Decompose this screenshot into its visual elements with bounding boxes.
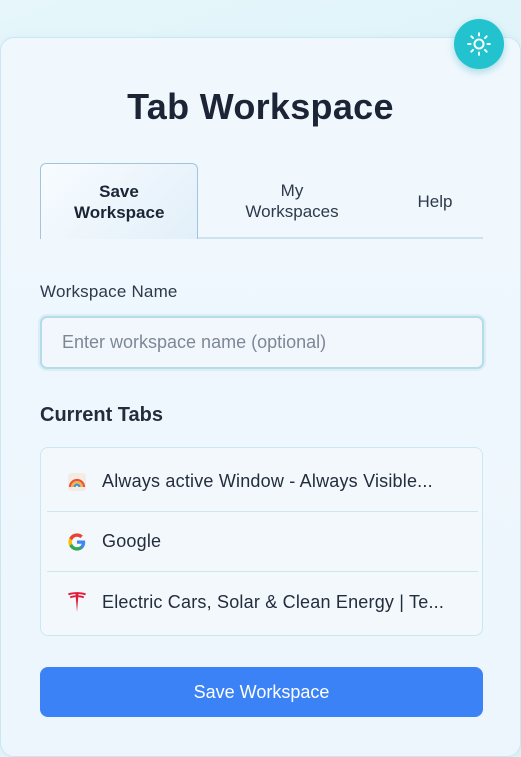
tab-label: My Workspaces [245,181,339,221]
tab-label: Help [417,191,453,211]
list-item[interactable]: Always active Window - Always Visible... [47,452,478,512]
sun-icon [467,32,491,56]
tab-help[interactable]: Help [390,163,480,239]
save-workspace-button[interactable]: Save Workspace [40,667,483,717]
google-favicon-icon [67,532,87,552]
list-item[interactable]: Google [47,512,478,572]
tab-title: Google [102,531,162,551]
rainbow-favicon-icon [67,472,87,492]
tesla-favicon-icon [67,592,87,612]
workspace-name-input[interactable] [40,316,484,369]
current-tabs-list: Always active Window - Always Visible...… [40,447,483,636]
current-tabs-heading: Current Tabs [40,404,163,426]
tab-bar: Save Workspace My Workspaces Help [40,163,483,239]
theme-toggle-button[interactable] [454,19,504,69]
list-item[interactable]: Electric Cars, Solar & Clean Energy | Te… [47,572,478,632]
workspace-name-label: Workspace Name [40,282,178,301]
tab-label: Save Workspace [74,181,165,222]
tab-title: Always active Window - Always Visible... [102,471,433,491]
page-title: Tab Workspace [127,86,394,127]
tab-title: Electric Cars, Solar & Clean Energy | Te… [102,591,445,612]
tab-my-workspaces[interactable]: My Workspaces [218,163,366,239]
popup-card [0,37,521,757]
tab-save-workspace[interactable]: Save Workspace [40,163,198,239]
